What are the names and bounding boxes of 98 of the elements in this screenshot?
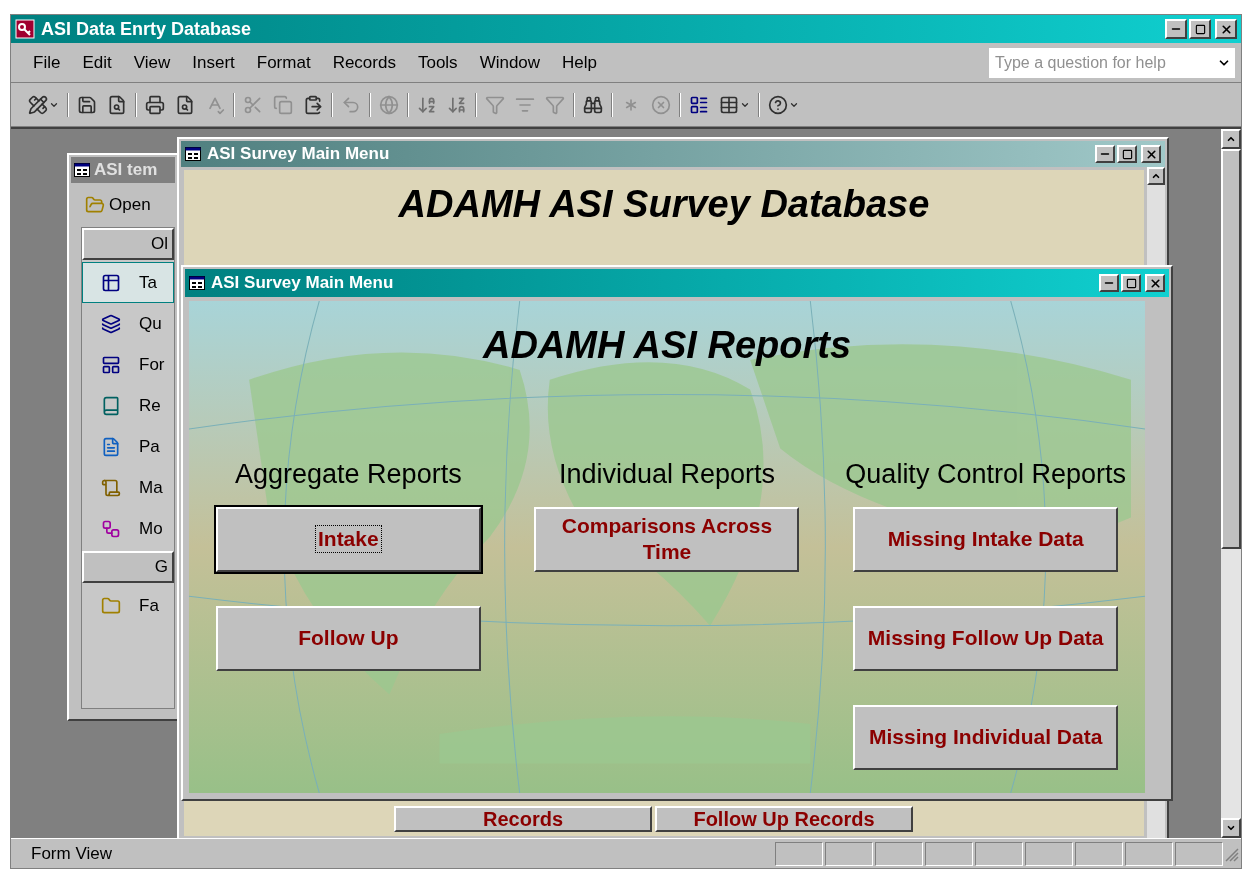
status-panel xyxy=(1175,841,1223,866)
menu-item[interactable]: Tools xyxy=(409,49,466,76)
group-header[interactable]: Ol xyxy=(82,228,174,260)
open-button[interactable]: Open xyxy=(85,192,151,218)
status-panel xyxy=(775,841,823,866)
window-title: ASI Survey Main Menu xyxy=(211,272,395,295)
report-button[interactable]: Missing Individual Data xyxy=(853,704,1119,770)
undo-icon xyxy=(341,94,361,115)
folder-icon xyxy=(101,595,121,616)
scroll-thumb[interactable] xyxy=(1221,149,1241,549)
report-button[interactable]: Comparisons Across Time xyxy=(534,506,800,572)
menu-item[interactable]: Help xyxy=(554,49,606,76)
save-icon xyxy=(77,94,97,115)
database-window-icon xyxy=(689,94,709,115)
menu-item[interactable]: Records xyxy=(324,49,404,76)
stacked-windows-icon xyxy=(101,313,121,334)
menu-item[interactable]: Edit xyxy=(74,49,120,76)
status-panel xyxy=(825,841,873,866)
new-object-icon xyxy=(719,94,739,115)
report-button[interactable]: Intake xyxy=(215,506,481,572)
form-icon xyxy=(101,354,121,375)
help-icon xyxy=(768,94,788,115)
scroll-icon xyxy=(101,477,121,498)
column-heading: Individual Reports xyxy=(558,458,776,491)
book-icon xyxy=(101,395,121,416)
object-type-item[interactable]: Mo xyxy=(82,508,174,549)
minimize-button[interactable] xyxy=(1165,19,1187,39)
close-button[interactable] xyxy=(1145,274,1165,292)
close-button[interactable] xyxy=(1141,145,1161,163)
object-type-item[interactable]: For xyxy=(82,344,174,385)
form-heading: ADAMH ASI Reports xyxy=(482,323,852,368)
report-button[interactable]: Missing Intake Data xyxy=(853,506,1119,572)
close-icon xyxy=(1219,22,1233,36)
form-button[interactable]: Records xyxy=(394,806,652,832)
menu-item[interactable]: View xyxy=(125,49,179,76)
group-header[interactable]: G xyxy=(82,551,174,583)
status-panel xyxy=(1075,841,1123,866)
help-search-field[interactable]: Type a question for help xyxy=(989,47,1235,78)
menu-item[interactable]: Window xyxy=(471,49,549,76)
close-icon xyxy=(1144,147,1158,161)
report-button[interactable]: Missing Follow Up Data xyxy=(853,605,1119,671)
hyperlink-icon xyxy=(379,94,399,115)
maximize-icon xyxy=(1194,23,1206,35)
maximize-icon xyxy=(1125,277,1137,289)
print-preview-icon xyxy=(175,94,195,115)
maximize-button[interactable] xyxy=(1117,145,1137,163)
object-type-item[interactable]: Fa xyxy=(82,585,174,626)
minimize-button[interactable] xyxy=(1095,145,1115,163)
close-button[interactable] xyxy=(1215,19,1237,39)
maximize-icon xyxy=(1121,148,1133,160)
report-button[interactable]: Follow Up xyxy=(215,605,481,671)
column-heading: Aggregate Reports xyxy=(235,458,462,491)
object-type-item[interactable]: Re xyxy=(82,385,174,426)
status-panel xyxy=(925,841,973,866)
form-heading: ADAMH ASI Survey Database xyxy=(398,182,930,227)
menu-item[interactable]: Insert xyxy=(184,49,243,76)
find-icon xyxy=(583,94,603,115)
copy-icon xyxy=(273,94,293,115)
object-type-item[interactable]: Qu xyxy=(82,303,174,344)
window-title: ASI Survey Main Menu xyxy=(207,143,391,166)
key-icon xyxy=(15,19,35,39)
status-panel xyxy=(1025,841,1073,866)
object-type-item[interactable]: Ma xyxy=(82,467,174,508)
object-type-item[interactable]: Pa xyxy=(82,426,174,467)
menu-item[interactable]: Format xyxy=(248,49,319,76)
minimize-button[interactable] xyxy=(1099,274,1119,292)
form-icon xyxy=(189,276,205,290)
page-icon xyxy=(101,436,121,457)
object-type-item[interactable]: Ta xyxy=(82,262,174,303)
status-text: Form View xyxy=(31,842,113,865)
window-title: ASI Data Enrty Database xyxy=(41,17,253,41)
cut-icon xyxy=(243,94,263,115)
module-icon xyxy=(101,518,121,539)
scroll-up-button[interactable] xyxy=(1147,167,1165,185)
window-title: ASI tem xyxy=(94,159,158,182)
file-search-icon xyxy=(107,94,127,115)
maximize-button[interactable] xyxy=(1189,19,1211,39)
form-icon xyxy=(185,147,201,161)
apply-filter-icon xyxy=(545,94,565,115)
paste-icon xyxy=(303,94,323,115)
resize-grip-icon xyxy=(1223,845,1239,862)
form-icon xyxy=(74,163,90,177)
status-panel xyxy=(875,841,923,866)
maximize-button[interactable] xyxy=(1121,274,1141,292)
menu-item[interactable]: File xyxy=(25,49,69,76)
close-icon xyxy=(1148,276,1162,290)
design-view-icon xyxy=(28,94,48,115)
delete-record-icon xyxy=(651,94,671,115)
scroll-down-button[interactable] xyxy=(1221,818,1241,838)
print-icon xyxy=(145,94,165,115)
form-button[interactable]: Follow Up Records xyxy=(655,806,913,832)
status-panel xyxy=(975,841,1023,866)
filter-by-selection-icon xyxy=(485,94,505,115)
scroll-up-button[interactable] xyxy=(1221,129,1241,149)
open-folder-icon xyxy=(85,195,105,215)
table-icon xyxy=(101,272,121,293)
column-heading: Quality Control Reports xyxy=(845,458,1126,491)
status-panel xyxy=(1125,841,1173,866)
